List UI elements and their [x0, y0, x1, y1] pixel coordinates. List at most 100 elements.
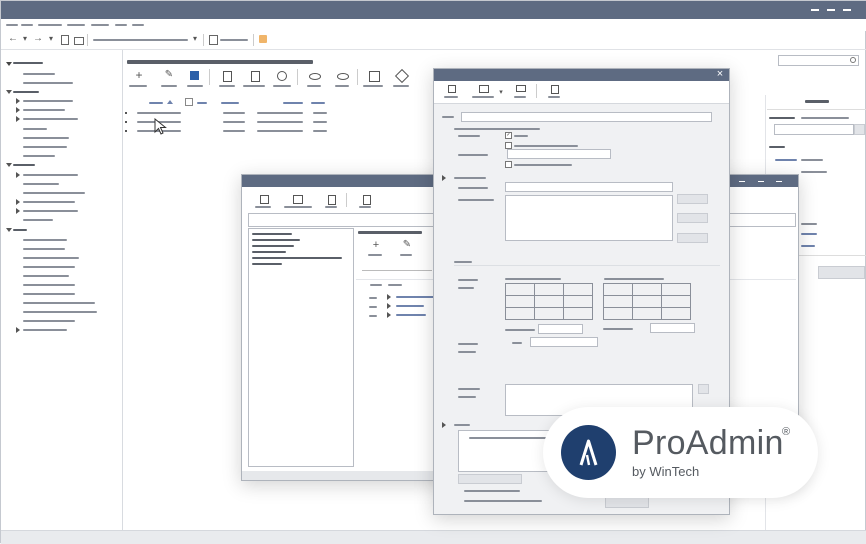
report-icon[interactable] — [551, 85, 559, 94]
expand-icon[interactable] — [387, 303, 391, 309]
table-row[interactable] — [223, 112, 245, 114]
back-dropdown-icon[interactable]: ▾ — [21, 33, 29, 45]
search-icon[interactable] — [850, 57, 856, 63]
edit-icon[interactable]: ✎ — [401, 239, 413, 251]
tag-label[interactable] — [393, 85, 409, 87]
edit-icon[interactable]: ✎ — [163, 69, 175, 81]
save-close-icon[interactable] — [479, 85, 489, 93]
expand-icon[interactable] — [16, 98, 20, 104]
copy-icon[interactable] — [209, 35, 218, 45]
tree-item[interactable] — [23, 219, 53, 221]
column-header[interactable] — [388, 284, 402, 286]
list-item[interactable] — [252, 233, 292, 235]
option-checkbox[interactable] — [505, 161, 512, 168]
browse-button[interactable] — [698, 384, 709, 394]
expand-icon[interactable] — [16, 327, 20, 333]
filter-icon[interactable] — [185, 98, 193, 106]
table-row[interactable] — [369, 297, 377, 299]
expand-icon[interactable] — [16, 116, 20, 122]
save-icon[interactable] — [448, 85, 456, 93]
expand-icon[interactable] — [16, 107, 20, 113]
show-icon[interactable] — [337, 73, 349, 80]
list-item[interactable] — [252, 257, 342, 259]
hide-icon[interactable] — [309, 73, 321, 80]
expand-icon[interactable] — [6, 62, 12, 66]
dialog-close-icon[interactable]: × — [715, 68, 725, 80]
expand-icon[interactable] — [6, 90, 12, 94]
remove-button[interactable] — [677, 233, 708, 243]
copy-object-label[interactable] — [243, 85, 265, 87]
table-row[interactable] — [313, 112, 327, 114]
maximize-button[interactable] — [827, 9, 835, 11]
tree-item[interactable] — [23, 239, 67, 241]
tree-item[interactable] — [23, 128, 47, 130]
delete-label[interactable] — [325, 206, 337, 208]
run-label[interactable] — [187, 85, 203, 87]
tree-item[interactable] — [23, 329, 67, 331]
tree-item[interactable] — [23, 210, 78, 212]
table-row[interactable] — [257, 121, 303, 123]
list-item[interactable] — [252, 263, 282, 265]
edit-label[interactable] — [400, 254, 412, 256]
tree-item[interactable] — [23, 293, 75, 295]
text-input[interactable] — [538, 324, 583, 334]
text-input[interactable] — [650, 323, 695, 333]
preview-icon[interactable] — [516, 85, 526, 92]
copy-object-icon[interactable] — [251, 71, 260, 82]
close-button[interactable] — [843, 9, 851, 11]
report-label[interactable] — [219, 85, 235, 87]
tree-item[interactable] — [23, 201, 75, 203]
tree-item[interactable] — [23, 146, 67, 148]
columns-label[interactable] — [363, 85, 383, 87]
forward-icon[interactable]: → — [32, 33, 44, 45]
tree-item[interactable] — [23, 192, 85, 194]
add-icon[interactable]: + — [370, 239, 382, 251]
add-label[interactable] — [129, 85, 147, 87]
option-checkbox[interactable] — [505, 142, 512, 149]
table-row[interactable] — [369, 315, 377, 317]
tree-item[interactable] — [23, 248, 65, 250]
minimize-button[interactable] — [739, 181, 745, 182]
sort-icon[interactable] — [167, 100, 173, 104]
column-header-name[interactable] — [149, 102, 163, 104]
tree-item[interactable] — [23, 137, 69, 139]
tree-item[interactable] — [23, 82, 73, 84]
column-header-owner[interactable] — [221, 102, 239, 104]
save-label[interactable] — [444, 96, 458, 98]
column-header-type[interactable] — [197, 102, 207, 104]
list-item[interactable] — [252, 239, 300, 241]
menu-item-object[interactable] — [67, 24, 85, 26]
save-label[interactable] — [255, 206, 271, 208]
tree-item[interactable] — [23, 73, 55, 75]
report-label[interactable] — [548, 96, 560, 98]
panel-select-dropdown[interactable] — [854, 124, 865, 135]
panel-apply-button[interactable] — [818, 266, 865, 279]
menu-item-view[interactable] — [38, 24, 62, 26]
save-icon[interactable] — [260, 195, 269, 204]
list-item[interactable] — [252, 245, 294, 247]
tree-item[interactable] — [23, 155, 55, 157]
tree-item[interactable] — [23, 118, 78, 120]
table-row[interactable] — [369, 306, 377, 308]
open-folder-icon[interactable] — [74, 37, 84, 45]
save-close-label[interactable] — [284, 206, 312, 208]
expand-icon[interactable] — [6, 163, 12, 167]
menu-item-help[interactable] — [132, 24, 144, 26]
close-button[interactable] — [776, 181, 782, 182]
save-dropdown-icon[interactable]: ▾ — [497, 87, 505, 99]
tree-item[interactable] — [23, 302, 95, 304]
back-icon[interactable]: ← — [7, 33, 19, 45]
table-row[interactable] — [223, 121, 245, 123]
expand-icon[interactable] — [16, 172, 20, 178]
text-input[interactable] — [505, 182, 673, 192]
add-label[interactable] — [368, 254, 382, 256]
tree-item[interactable] — [23, 100, 73, 102]
new-document-icon[interactable] — [61, 35, 69, 45]
panel-select[interactable] — [774, 124, 854, 135]
hide-label[interactable] — [307, 85, 321, 87]
tree-item[interactable] — [23, 275, 69, 277]
forward-dropdown-icon[interactable]: ▾ — [47, 33, 55, 45]
share-icon[interactable] — [277, 71, 287, 81]
edit-label[interactable] — [161, 85, 177, 87]
report-label[interactable] — [359, 206, 371, 208]
